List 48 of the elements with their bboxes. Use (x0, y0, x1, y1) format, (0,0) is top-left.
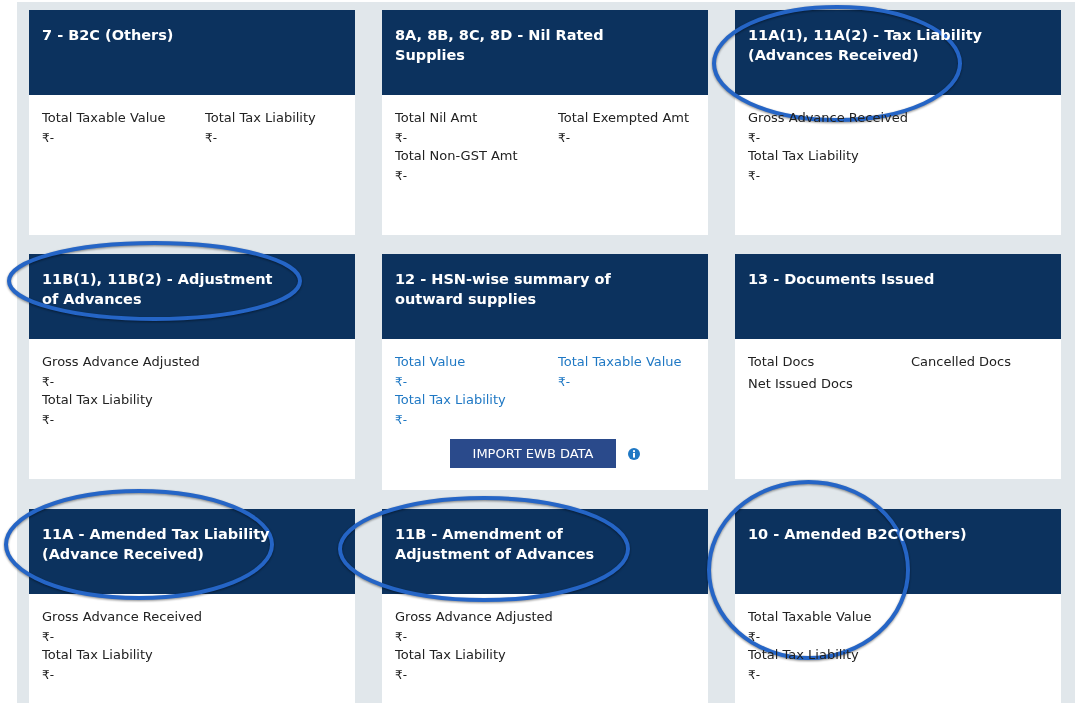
card-title: 13 - Documents Issued (748, 270, 936, 289)
amount-value: ₹- (42, 667, 54, 684)
amount-value: ₹- (42, 374, 54, 391)
field-label: Total Non-GST Amt (395, 147, 518, 164)
amount-value: ₹- (395, 130, 407, 147)
field-label: Total Nil Amt (395, 109, 478, 126)
card-title: 11B(1), 11B(2) - Adjustment of Advances (42, 270, 274, 309)
amount-value: ₹- (205, 130, 217, 147)
field-label: Total Tax Liability (42, 391, 153, 408)
import-button[interactable]: IMPORT EWB DATA (449, 439, 617, 468)
amount-value: ₹- (395, 412, 407, 429)
amount-value: ₹- (558, 130, 570, 147)
field-label: Total Tax Liability (395, 646, 506, 663)
amount-value: ₹- (395, 629, 407, 646)
field-label: Total Exempted Amt (558, 109, 690, 126)
amount-value: ₹- (748, 168, 760, 185)
amount-value: ₹- (42, 629, 54, 646)
card-title: 11A(1), 11A(2) - Tax Liability (Advances Received) (748, 26, 984, 65)
card-title: 11B - Amendment of Adjustment of Advances (395, 525, 596, 564)
summary-link[interactable]: Total Taxable Value (558, 353, 682, 370)
amount-value: ₹- (395, 667, 407, 684)
field-label: Total Tax Liability (42, 646, 153, 663)
field-label: Total Tax Liability (748, 147, 859, 164)
field-label: Cancelled Docs (911, 353, 1011, 370)
amount-value: ₹- (42, 130, 54, 147)
field-label: Total Docs (748, 353, 815, 370)
field-label: Net Issued Docs (748, 375, 853, 392)
field-label: Gross Advance Received (42, 608, 202, 625)
card-title: 8A, 8B, 8C, 8D - Nil Rated Supplies (395, 26, 605, 65)
card-title: 10 - Amended B2C(Others) (748, 525, 968, 544)
card-title: 12 - HSN-wise summary of outward supplies (395, 270, 612, 309)
field-label: Total Taxable Value (748, 608, 872, 625)
card-title: 11A - Amended Tax Liability (Advance Received) (42, 525, 271, 564)
field-label: Total Taxable Value (42, 109, 166, 126)
field-label: Gross Advance Adjusted (395, 608, 553, 625)
amount-value: ₹- (395, 168, 407, 185)
amount-value: ₹- (748, 629, 760, 646)
info-icon[interactable] (628, 447, 641, 460)
card-title: 7 - B2C (Others) (42, 26, 175, 45)
amount-value: ₹- (395, 374, 407, 391)
amount-value: ₹- (42, 412, 54, 429)
amount-value: ₹- (558, 374, 570, 391)
field-label: Gross Advance Adjusted (42, 353, 200, 370)
summary-link[interactable]: Total Value (395, 353, 466, 370)
amount-value: ₹- (748, 130, 760, 147)
field-label: Total Tax Liability (205, 109, 316, 126)
summary-link[interactable]: Total Tax Liability (395, 391, 506, 408)
amount-value: ₹- (748, 667, 760, 684)
